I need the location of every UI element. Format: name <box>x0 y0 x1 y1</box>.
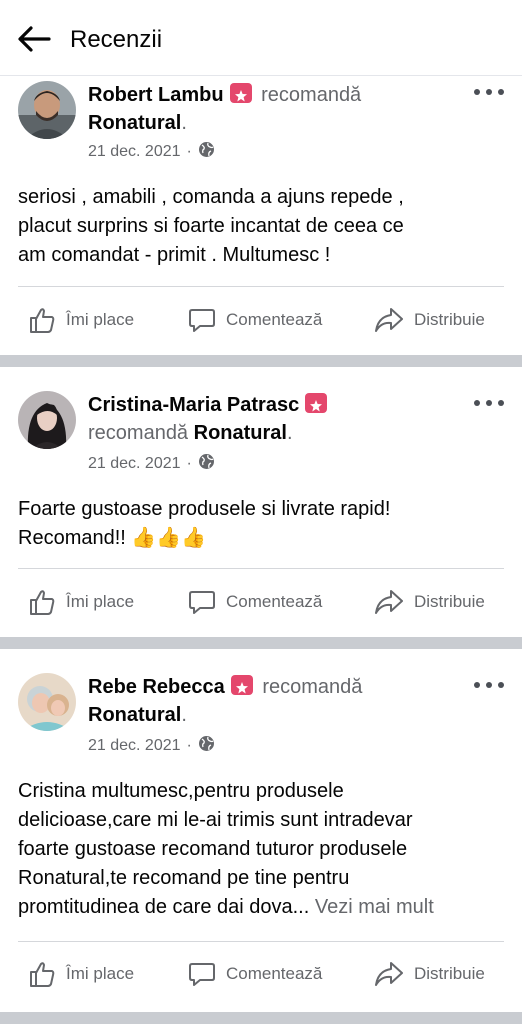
like-button[interactable]: Îmi place <box>28 949 134 999</box>
comment-button[interactable]: Comentează <box>188 949 322 999</box>
divider <box>18 568 504 569</box>
section-separator <box>0 637 522 649</box>
action-bar: Îmi place Comentează Distribuie <box>0 577 522 627</box>
more-dots-icon[interactable] <box>474 397 504 409</box>
section-separator <box>0 1012 522 1024</box>
author-name[interactable]: Cristina-Maria Patrasc <box>88 394 299 416</box>
back-arrow-icon[interactable] <box>16 24 52 54</box>
post-meta: 21 dec. 2021 · <box>88 141 215 163</box>
comment-button[interactable]: Comentează <box>188 577 322 627</box>
share-arrow-icon <box>375 962 403 986</box>
section-separator <box>0 355 522 367</box>
comment-bubble-icon <box>189 963 215 986</box>
recommend-verb: recomandă <box>262 676 363 698</box>
post-date[interactable]: 21 dec. 2021 <box>88 737 181 755</box>
review-card: Robert Lambu recomandă Ronatural. 21 dec… <box>0 77 522 355</box>
page-name[interactable]: Ronatural <box>88 112 181 134</box>
review-text: Foarte gustoase produsele si livrate rap… <box>18 498 391 549</box>
share-button[interactable]: Distribuie <box>374 295 485 345</box>
post-meta: 21 dec. 2021 · <box>88 735 215 757</box>
post-date[interactable]: 21 dec. 2021 <box>88 455 181 473</box>
page-name[interactable]: Ronatural <box>194 422 287 444</box>
globe-icon <box>198 453 215 475</box>
recommend-star-icon <box>229 83 252 103</box>
share-arrow-icon <box>375 590 403 614</box>
review-header: Cristina-Maria Patrasc recomandă Ronatur… <box>88 391 468 447</box>
globe-icon <box>198 735 215 757</box>
thumbs-up-emoji: 👍👍👍 <box>131 527 207 549</box>
action-bar: Îmi place Comentează Distribuie <box>0 295 522 345</box>
recommend-star-icon <box>305 393 328 413</box>
more-dots-icon[interactable] <box>474 679 504 691</box>
action-bar: Îmi place Comentează Distribuie <box>0 949 522 999</box>
like-button[interactable]: Îmi place <box>28 295 134 345</box>
divider <box>18 286 504 287</box>
divider <box>18 941 504 942</box>
comment-bubble-icon <box>189 309 215 332</box>
recommend-verb: recomandă <box>88 422 189 444</box>
avatar[interactable] <box>18 81 76 139</box>
author-name[interactable]: Robert Lambu <box>88 84 224 106</box>
review-header: Robert Lambu recomandă Ronatural. <box>88 83 362 134</box>
thumbs-up-icon <box>30 590 55 615</box>
avatar[interactable] <box>18 673 76 731</box>
author-name[interactable]: Rebe Rebecca <box>88 676 225 698</box>
page-title: Recenzii <box>70 26 163 53</box>
post-meta: 21 dec. 2021 · <box>88 453 215 475</box>
globe-icon <box>198 141 215 163</box>
recommend-star-icon <box>230 675 253 695</box>
comment-bubble-icon <box>189 591 215 614</box>
post-date[interactable]: 21 dec. 2021 <box>88 143 181 161</box>
thumbs-up-icon <box>30 962 55 987</box>
review-card: Cristina-Maria Patrasc recomandă Ronatur… <box>0 367 522 637</box>
review-text: Cristina multumesc,pentru produsele deli… <box>18 780 434 918</box>
see-more-link[interactable]: Vezi mai mult <box>315 896 434 918</box>
top-bar: Recenzii <box>0 0 522 76</box>
recommend-verb: recomandă <box>261 84 362 106</box>
share-arrow-icon <box>375 308 403 332</box>
page-name[interactable]: Ronatural <box>88 704 181 726</box>
like-button[interactable]: Îmi place <box>28 577 134 627</box>
review-header: Rebe Rebecca recomandă Ronatural. <box>88 675 363 726</box>
review-card: Rebe Rebecca recomandă Ronatural. 21 dec… <box>0 649 522 1012</box>
more-dots-icon[interactable] <box>474 86 504 98</box>
share-button[interactable]: Distribuie <box>374 949 485 999</box>
thumbs-up-icon <box>30 308 55 333</box>
comment-button[interactable]: Comentează <box>188 295 322 345</box>
review-text: seriosi , amabili , comanda a ajuns repe… <box>18 186 404 266</box>
avatar[interactable] <box>18 391 76 449</box>
share-button[interactable]: Distribuie <box>374 577 485 627</box>
